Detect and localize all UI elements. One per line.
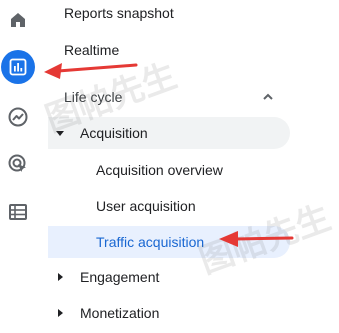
nav-item-label: Realtime bbox=[64, 42, 120, 58]
explore-icon bbox=[8, 107, 28, 127]
chevron-up-icon[interactable] bbox=[261, 90, 275, 104]
nav-item-label: Acquisition bbox=[80, 125, 148, 141]
nav-item-acquisition[interactable]: Acquisition bbox=[48, 117, 290, 149]
nav-item-acquisition-overview[interactable]: Acquisition overview bbox=[96, 155, 223, 185]
nav-item-label: User acquisition bbox=[96, 198, 196, 214]
nav-item-user-acquisition[interactable]: User acquisition bbox=[96, 191, 196, 221]
nav-item-monetization[interactable]: Monetization bbox=[48, 298, 290, 328]
home-button[interactable] bbox=[2, 4, 34, 36]
configure-icon bbox=[9, 204, 27, 220]
nav-item-engagement[interactable]: Engagement bbox=[48, 262, 290, 292]
configure-button[interactable] bbox=[2, 196, 34, 228]
caret-right-icon bbox=[58, 273, 63, 281]
nav-item-label: Traffic acquisition bbox=[96, 234, 205, 250]
section-label: Life cycle bbox=[64, 89, 123, 105]
nav-item-reports-snapshot[interactable]: Reports snapshot bbox=[64, 0, 174, 27]
nav-item-label: Acquisition overview bbox=[96, 162, 223, 178]
advertising-icon bbox=[8, 154, 26, 172]
nav-item-realtime[interactable]: Realtime bbox=[64, 35, 119, 65]
reports-button[interactable] bbox=[1, 50, 35, 84]
reports-icon bbox=[9, 58, 27, 76]
caret-down-icon bbox=[56, 131, 64, 136]
analytics-nav-screen: Reports snapshot Realtime Life cycle Acq… bbox=[0, 0, 339, 333]
explore-button[interactable] bbox=[2, 101, 34, 133]
report-navigation: Reports snapshot Realtime Life cycle Acq… bbox=[48, 0, 339, 333]
life-cycle-section[interactable]: Life cycle bbox=[48, 81, 290, 113]
nav-item-label: Engagement bbox=[80, 269, 160, 285]
icon-rail bbox=[0, 0, 36, 333]
nav-item-label: Reports snapshot bbox=[64, 5, 174, 21]
advertising-button[interactable] bbox=[2, 148, 34, 180]
nav-item-traffic-acquisition[interactable]: Traffic acquisition bbox=[48, 226, 290, 258]
home-icon bbox=[11, 13, 25, 27]
nav-item-label: Monetization bbox=[80, 305, 160, 321]
caret-right-icon bbox=[58, 309, 63, 317]
